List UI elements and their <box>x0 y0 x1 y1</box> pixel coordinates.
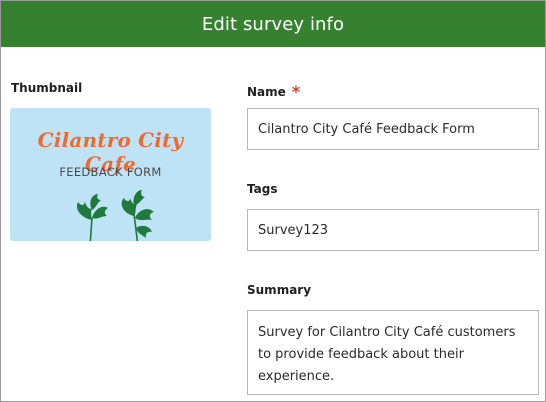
edit-survey-dialog: Edit survey info Thumbnail Cilantro City… <box>0 0 546 402</box>
name-label: Name * <box>247 81 301 101</box>
tags-label: Tags <box>247 182 278 196</box>
summary-field[interactable]: Survey for Cilantro City Café customers … <box>247 310 539 395</box>
required-indicator: * <box>291 82 301 101</box>
cilantro-leaves-icon <box>76 190 154 241</box>
thumbnail-image[interactable]: Cilantro City Cafe FEEDBACK FORM <box>10 108 211 241</box>
name-field[interactable]: Cilantro City Café Feedback Form <box>247 108 539 150</box>
thumbnail-subtitle: FEEDBACK FORM <box>59 165 162 179</box>
dialog-header: Edit survey info <box>1 1 545 47</box>
summary-label: Summary <box>247 283 312 297</box>
dialog-title: Edit survey info <box>201 13 345 35</box>
tags-field[interactable]: Survey123 <box>247 209 539 251</box>
thumbnail-label: Thumbnail <box>11 81 83 95</box>
name-label-text: Name <box>247 85 286 99</box>
